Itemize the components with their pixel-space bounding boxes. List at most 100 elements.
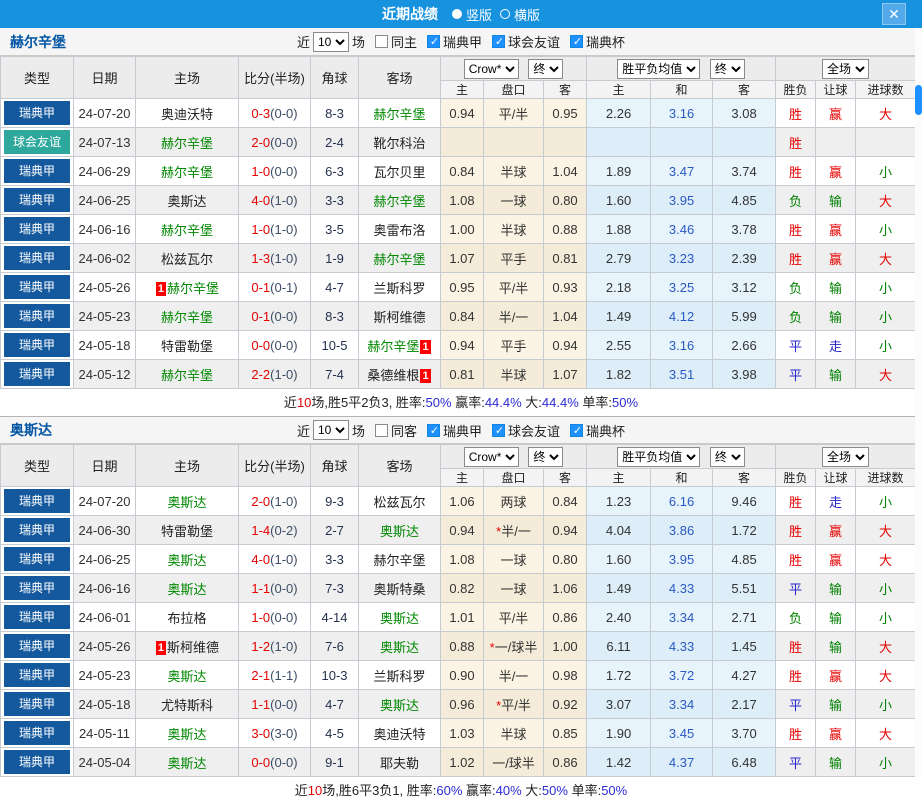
avg-away-odds: 2.39 xyxy=(712,243,777,273)
match-row: 瑞典甲 24-06-16 奥斯达 1-1(0-0) 7-3 奥斯特桑 0.82 一球 1.06 1… xyxy=(0,573,917,603)
avg-draw-odds: 3.95 xyxy=(650,544,714,574)
half-time-score: (1-0) xyxy=(270,221,298,237)
away-odds: 0.85 xyxy=(542,718,588,748)
layout-radio-horizontal[interactable]: 横版 xyxy=(500,5,540,24)
score-cell: 0-0(0-0) xyxy=(238,330,311,360)
avg-away-odds: 6.48 xyxy=(712,747,777,777)
result-handicap: 赢 xyxy=(815,156,857,186)
match-row: 瑞典甲 24-07-20 奥迪沃特 0-3(0-0) 8-3 赫尔辛堡 0.94 平/半 0.9… xyxy=(0,98,917,128)
away-odds: 1.00 xyxy=(542,631,588,661)
scope-select[interactable]: 全场 xyxy=(822,58,870,79)
league-checkbox-friendly[interactable] xyxy=(492,423,506,438)
result-handicap: 走 xyxy=(815,486,857,516)
result-winlose: 胜 xyxy=(775,486,817,516)
summary-segment: 场,胜6平3负1, 胜率: xyxy=(322,783,437,798)
league-checkbox-cup[interactable] xyxy=(570,423,584,438)
league-type-tag: 瑞典甲 xyxy=(4,159,70,183)
away-team-cell: 斯柯维德 xyxy=(358,301,441,331)
avg-time-select[interactable]: 终 xyxy=(709,58,745,79)
result-winlose: 平 xyxy=(775,359,817,389)
avg-home-odds: 2.79 xyxy=(586,243,652,273)
team-header-row: 赫尔辛堡 近 10 场 同主 瑞典甲 球会友谊 瑞典杯 xyxy=(0,28,922,56)
away-odds: 0.81 xyxy=(542,243,588,273)
match-row: 瑞典甲 24-05-26 1 斯柯维德 1-2(1-0) 7-6 奥斯达 0.88 *一/球半 1… xyxy=(0,631,917,661)
avg-draw-odds: 3.47 xyxy=(650,156,714,186)
summary-segment: 50% xyxy=(541,783,568,798)
league-checkbox-friendly[interactable] xyxy=(492,35,506,49)
score-cell: 0-3(0-0) xyxy=(238,98,311,128)
handicap-cell: 半球 xyxy=(483,359,544,389)
bookmaker-select[interactable]: Crow* xyxy=(463,446,519,467)
avg-home-odds: 2.40 xyxy=(586,602,652,632)
layout-radio-vertical[interactable]: 竖版 xyxy=(451,5,492,24)
red-card-badge: 1 xyxy=(155,281,167,296)
match-row: 瑞典甲 24-06-16 赫尔辛堡 1-0(1-0) 3-5 奥雷布洛 1.00 半球 0.88… xyxy=(0,214,917,244)
same-venue-checkbox[interactable] xyxy=(374,35,388,48)
avg-away-odds: 4.85 xyxy=(712,544,777,574)
home-odds: 0.84 xyxy=(440,156,484,186)
match-date: 24-05-26 xyxy=(73,631,136,661)
result-goals: 小 xyxy=(855,689,917,719)
away-team-name: 耶夫勒 xyxy=(379,755,419,771)
result-winlose: 平 xyxy=(775,689,817,719)
corner-score: 1-9 xyxy=(310,243,359,273)
match-date: 24-06-30 xyxy=(73,515,136,545)
half-time-score: (0-1) xyxy=(270,279,298,295)
same-venue-checkbox[interactable] xyxy=(374,423,388,437)
league-type-cell: 瑞典甲 xyxy=(0,301,74,331)
close-icon[interactable]: ✕ xyxy=(882,3,906,25)
home-team-name: 赫尔辛堡 xyxy=(167,280,220,296)
score-cell: 1-0(0-0) xyxy=(238,602,311,632)
scope-select[interactable]: 全场 xyxy=(822,446,870,467)
full-time-score: 0-1 xyxy=(251,279,271,295)
avg-home-odds: 1.60 xyxy=(586,185,652,215)
home-team-cell: 奥迪沃特 xyxy=(135,98,239,128)
home-team-name: 赫尔辛堡 xyxy=(160,135,213,151)
avg-type-select[interactable]: 胜平负均值 xyxy=(617,446,701,467)
match-date: 24-06-01 xyxy=(73,602,136,632)
away-team-cell: 瓦尔贝里 xyxy=(358,156,441,186)
matches-table: 类型 日期 主场 比分(半场) 角球 客场 Crow* 终 胜平负均值 终 全场 xyxy=(0,56,917,389)
record-summary: 近10场,胜5平2负3, 胜率:50% 赢率:44.4% 大:44.4% 单率:… xyxy=(0,389,922,416)
col-type: 类型 xyxy=(0,56,74,99)
odds-time-select[interactable]: 终 xyxy=(528,58,564,79)
score-cell: 4-0(1-0) xyxy=(238,544,311,574)
away-team-cell: 赫尔辛堡 xyxy=(358,544,441,574)
match-count-select[interactable]: 10 xyxy=(312,31,349,52)
corner-score: 9-3 xyxy=(310,486,359,516)
summary-segment: 50% xyxy=(612,395,639,410)
avg-away-odds: 3.98 xyxy=(712,359,777,389)
avg-type-select[interactable]: 胜平负均值 xyxy=(617,58,701,79)
home-team-name: 奥斯达 xyxy=(167,193,207,209)
half-time-score: (1-0) xyxy=(270,192,298,208)
home-team-cell: 奥斯达 xyxy=(135,573,239,603)
full-time-score: 2-1 xyxy=(251,667,271,683)
bookmaker-select[interactable]: Crow* xyxy=(463,58,519,79)
result-winlose: 平 xyxy=(775,573,817,603)
home-team-name: 赫尔辛堡 xyxy=(160,367,213,383)
odds-time-select[interactable]: 终 xyxy=(528,446,564,467)
away-team-name: 奥迪沃特 xyxy=(373,726,426,742)
half-time-score: (0-0) xyxy=(270,308,298,324)
filter-bar: 近 10 场 同主 瑞典甲 球会友谊 瑞典杯 xyxy=(297,31,626,52)
score-cell: 0-1(0-1) xyxy=(238,272,311,302)
corner-score: 7-3 xyxy=(310,573,359,603)
avg-home-odds: 1.88 xyxy=(586,214,652,244)
away-team-name: 赫尔辛堡 xyxy=(373,106,426,122)
scrollbar-thumb[interactable] xyxy=(915,85,922,115)
handicap-cell: 平手 xyxy=(483,330,544,360)
match-date: 24-07-13 xyxy=(73,127,136,157)
summary-segment: 10 xyxy=(307,783,323,798)
corner-score: 3-3 xyxy=(310,185,359,215)
league-label: 球会友谊 xyxy=(508,35,561,50)
match-count-select[interactable]: 10 xyxy=(312,420,349,440)
scrollbar-track[interactable] xyxy=(915,28,922,777)
home-team-cell: 特雷勒堡 xyxy=(135,515,239,545)
avg-time-select[interactable]: 终 xyxy=(709,446,745,467)
league-checkbox-allsvenskan[interactable] xyxy=(427,423,441,438)
league-checkbox-allsvenskan[interactable] xyxy=(427,35,441,49)
league-label: 瑞典杯 xyxy=(586,35,626,50)
summary-segment: 近 xyxy=(294,783,308,798)
match-date: 24-06-25 xyxy=(73,185,136,215)
league-checkbox-cup[interactable] xyxy=(570,35,584,49)
